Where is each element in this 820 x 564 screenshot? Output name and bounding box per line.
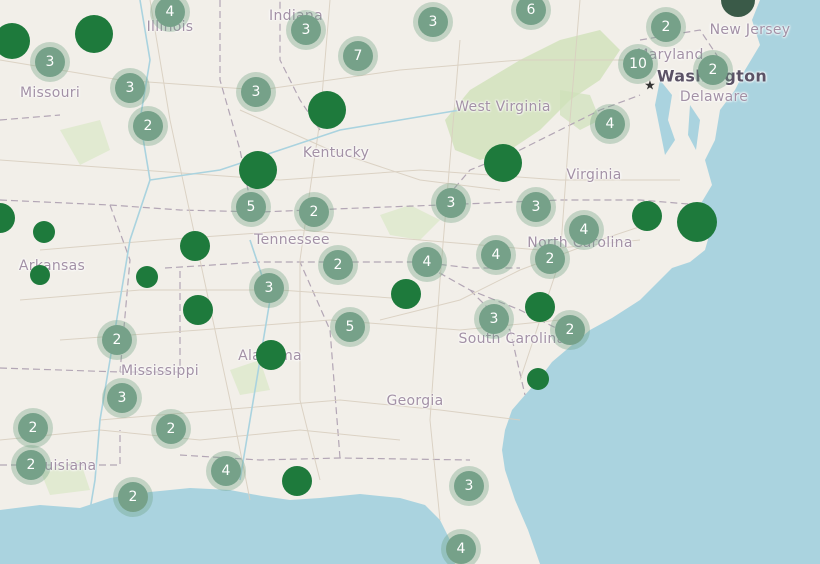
marker-cluster[interactable]: 2: [151, 409, 191, 449]
cluster-count: 4: [155, 0, 185, 27]
cluster-count: 3: [115, 73, 145, 103]
cluster-count: 2: [156, 414, 186, 444]
cluster-count: 3: [107, 383, 137, 413]
location-marker[interactable]: [256, 340, 286, 370]
marker-cluster[interactable]: 2: [693, 50, 733, 90]
cluster-count: 3: [254, 273, 284, 303]
marker-cluster[interactable]: 7: [338, 36, 378, 76]
state-label: Missouri: [19, 85, 81, 101]
location-marker[interactable]: [33, 221, 55, 243]
location-marker[interactable]: [391, 279, 421, 309]
location-marker[interactable]: [180, 231, 210, 261]
marker-cluster[interactable]: 3: [102, 378, 142, 418]
cluster-count: 3: [436, 188, 466, 218]
marker-cluster[interactable]: 2: [550, 310, 590, 350]
state-label: West Virginia: [455, 99, 551, 115]
marker-cluster[interactable]: 2: [294, 192, 334, 232]
cluster-count: 4: [569, 215, 599, 245]
cluster-count: 4: [446, 534, 476, 564]
cluster-count: 2: [133, 111, 163, 141]
state-label: Mississippi: [121, 363, 199, 379]
cluster-count: 2: [16, 450, 46, 480]
cluster-count: 2: [535, 244, 565, 274]
cluster-count: 5: [335, 312, 365, 342]
marker-cluster[interactable]: 5: [231, 187, 271, 227]
cluster-count: 2: [18, 413, 48, 443]
cluster-count: 3: [521, 192, 551, 222]
marker-cluster[interactable]: 2: [530, 239, 570, 279]
marker-cluster[interactable]: 4: [476, 235, 516, 275]
marker-cluster[interactable]: 3: [30, 42, 70, 82]
marker-cluster[interactable]: 3: [110, 68, 150, 108]
map-view[interactable]: Illinois Indiana Missouri Kentucky West Virg…: [0, 0, 820, 564]
marker-cluster[interactable]: 3: [516, 187, 556, 227]
cluster-count: 3: [418, 7, 448, 37]
marker-cluster[interactable]: 3: [236, 72, 276, 112]
marker-cluster[interactable]: 4: [564, 210, 604, 250]
marker-cluster[interactable]: 2: [11, 445, 51, 485]
location-marker[interactable]: [308, 91, 346, 129]
cluster-count: 4: [481, 240, 511, 270]
marker-cluster[interactable]: 3: [449, 466, 489, 506]
cluster-count: 3: [454, 471, 484, 501]
marker-cluster[interactable]: 2: [128, 106, 168, 146]
state-label: Delaware: [679, 89, 749, 105]
state-label: Tennessee: [254, 232, 330, 248]
cluster-count: 7: [343, 41, 373, 71]
marker-cluster[interactable]: 3: [249, 268, 289, 308]
cluster-count: 4: [412, 247, 442, 277]
location-marker[interactable]: [677, 202, 717, 242]
cluster-count: 6: [516, 0, 546, 25]
cluster-count: 3: [479, 304, 509, 334]
location-marker[interactable]: [136, 266, 158, 288]
marker-cluster[interactable]: 2: [318, 245, 358, 285]
cluster-count: 2: [651, 12, 681, 42]
marker-cluster[interactable]: 3: [431, 183, 471, 223]
marker-cluster[interactable]: 2: [646, 7, 686, 47]
cluster-count: 10: [623, 49, 653, 79]
marker-cluster[interactable]: 3: [474, 299, 514, 339]
cluster-count: 4: [595, 109, 625, 139]
location-marker[interactable]: [527, 368, 549, 390]
cluster-count: 3: [241, 77, 271, 107]
cluster-count: 2: [102, 325, 132, 355]
cluster-count: 2: [299, 197, 329, 227]
marker-cluster[interactable]: 3: [286, 10, 326, 50]
marker-cluster[interactable]: 3: [413, 2, 453, 42]
gulf-of-mexico: [0, 488, 455, 564]
cluster-count: 2: [555, 315, 585, 345]
marker-cluster[interactable]: 10: [618, 44, 658, 84]
location-marker[interactable]: [484, 144, 522, 182]
cluster-count: 5: [236, 192, 266, 222]
cluster-count: 4: [211, 456, 241, 486]
state-label: Kentucky: [302, 145, 370, 161]
state-label: Virginia: [566, 167, 622, 183]
location-marker[interactable]: [183, 295, 213, 325]
cluster-count: 2: [698, 55, 728, 85]
marker-cluster[interactable]: 4: [441, 529, 481, 564]
cluster-count: 2: [118, 482, 148, 512]
state-label: Arkansas: [18, 258, 86, 274]
cluster-count: 3: [291, 15, 321, 45]
marker-cluster[interactable]: 4: [590, 104, 630, 144]
marker-cluster[interactable]: 2: [97, 320, 137, 360]
location-marker[interactable]: [75, 15, 113, 53]
marker-cluster[interactable]: 4: [206, 451, 246, 491]
location-marker[interactable]: [30, 265, 50, 285]
marker-cluster[interactable]: 4: [407, 242, 447, 282]
state-label: Georgia: [386, 393, 444, 409]
marker-cluster[interactable]: 2: [113, 477, 153, 517]
marker-cluster[interactable]: 2: [13, 408, 53, 448]
location-marker[interactable]: [282, 466, 312, 496]
location-marker[interactable]: [239, 151, 277, 189]
marker-cluster[interactable]: 5: [330, 307, 370, 347]
location-marker[interactable]: [632, 201, 662, 231]
state-label: New Jersey: [709, 22, 791, 38]
location-marker[interactable]: [525, 292, 555, 322]
cluster-count: 3: [35, 47, 65, 77]
cluster-count: 2: [323, 250, 353, 280]
